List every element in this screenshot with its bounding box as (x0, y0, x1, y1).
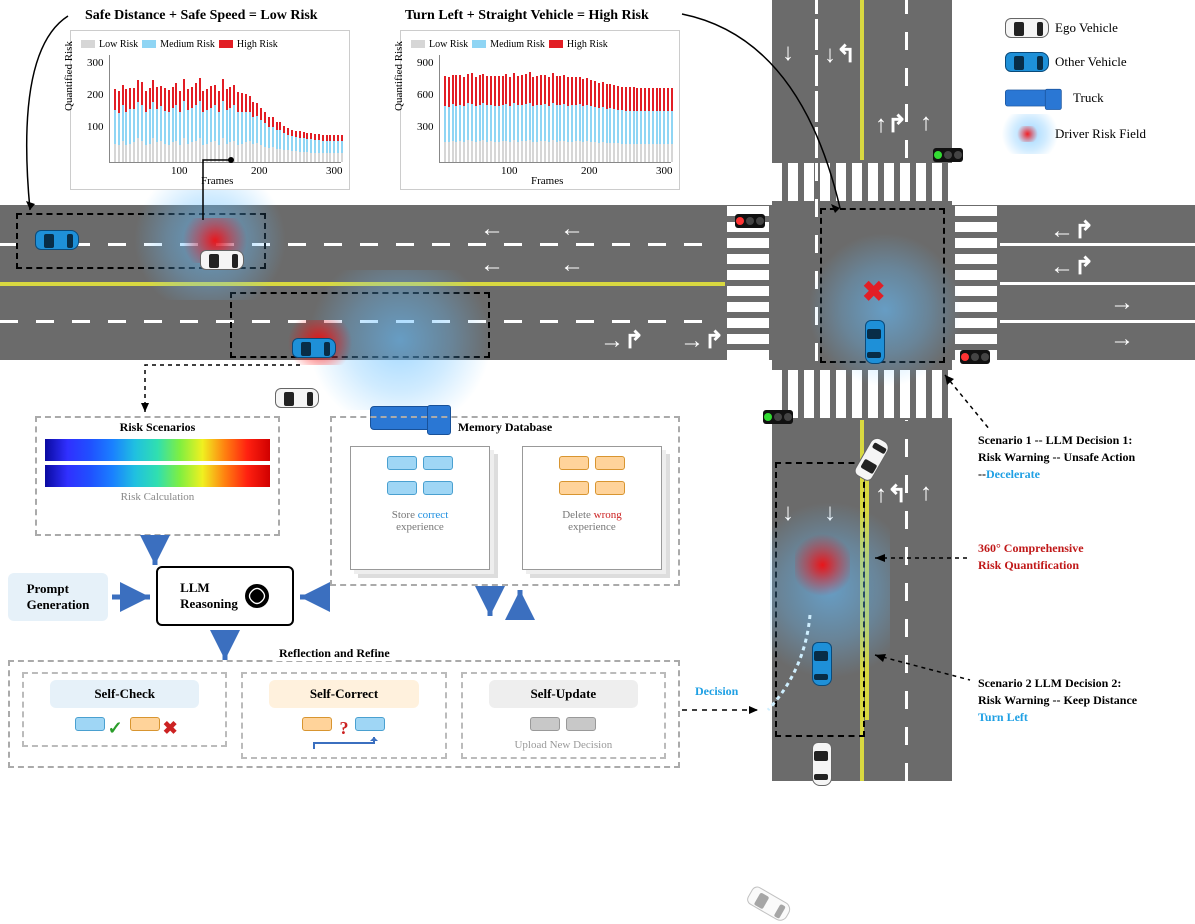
xtick: 200 (251, 165, 268, 177)
chart1-title: Safe Distance + Safe Speed = Low Risk (85, 8, 318, 24)
self-correct: Self-Correct ? (241, 672, 446, 759)
traffic-light-red (960, 350, 990, 364)
store-card: Store correct experience (350, 446, 490, 570)
truck-icon (1005, 90, 1061, 107)
traffic-light-green (933, 148, 963, 162)
pointer-arrow (680, 8, 870, 218)
pointer-arrow (10, 10, 80, 220)
self-update: Self-Update Upload New Decision (461, 672, 666, 759)
legend-label: Other Vehicle (1055, 54, 1127, 70)
legend-label: Driver Risk Field (1055, 126, 1146, 142)
xtick: 300 (326, 165, 343, 177)
prompt-box: Prompt Generation (8, 573, 108, 621)
ego-vehicle (200, 250, 244, 270)
risk-scenarios-title: Risk Scenarios (37, 420, 278, 435)
chart2-ylabel: Quantified Risk (393, 41, 405, 111)
turn-left-arc (760, 610, 840, 720)
other-vehicle (35, 230, 79, 250)
legend-med: Medium Risk (160, 39, 215, 50)
xtick: 100 (501, 165, 518, 177)
road-arrow: ↑ (920, 110, 932, 137)
llm-icon (244, 583, 270, 609)
scenario1-text: Scenario 1 -- LLM Decision 1: Risk Warni… (978, 432, 1188, 482)
legend-low: Low Risk (429, 39, 468, 50)
lane-dash-v4 (905, 420, 908, 781)
legend-label: Truck (1073, 90, 1104, 106)
memory-db-box: Memory Database Store correct experience… (330, 416, 680, 586)
legend-high: High Risk (567, 39, 608, 50)
road-arrow: ←↱ (1050, 252, 1094, 281)
legend-label: Ego Vehicle (1055, 20, 1118, 36)
risk-glow (810, 230, 960, 390)
heatmap-strip (45, 465, 270, 487)
traffic-light-green (763, 410, 793, 424)
lane-solid-r2 (1000, 282, 1195, 285)
pointer-arrow (198, 155, 238, 230)
lane-solid-r3 (1000, 320, 1195, 323)
collision-x-icon: ✖ (862, 275, 885, 309)
zebra-right (955, 205, 997, 360)
pointer-dash (940, 370, 1000, 440)
scenario2-text: Scenario 2 LLM Decision 2: Risk Warning … (978, 675, 1188, 725)
xtick: 300 (656, 165, 673, 177)
chart2-xlabel: Frames (531, 175, 563, 187)
delete-card: Delete wrong experience (522, 446, 662, 570)
road-arrow: ← (560, 216, 584, 243)
llm-box: LLM Reasoning (156, 566, 294, 626)
road-arrow: →↱ (680, 326, 724, 355)
ytick: 100 (87, 121, 104, 133)
ytick: 900 (417, 57, 434, 69)
self-check: Self-Check ✓ ✖ (22, 672, 227, 747)
legend-high: High Risk (237, 39, 278, 50)
annot-360: 360° Comprehensive Risk Quantification (978, 540, 1188, 574)
pointer-dash (870, 548, 980, 568)
road-arrow: ← (560, 252, 584, 279)
refine-title: Reflection and Refine (275, 646, 394, 661)
lane-solid-r1 (1000, 243, 1195, 246)
chart2: Low Risk Medium Risk High Risk Quantifie… (400, 30, 680, 190)
ytick: 200 (87, 89, 104, 101)
chart2-title: Turn Left + Straight Vehicle = High Risk (405, 8, 649, 24)
road-arrow: →↱ (600, 326, 644, 355)
other-vehicle-icon (1005, 52, 1049, 72)
road-arrow: → (1110, 290, 1134, 317)
ytick: 600 (417, 89, 434, 101)
xtick: 200 (581, 165, 598, 177)
risk-scenarios-box: Risk Scenarios Risk Calculation (35, 416, 280, 536)
ego-vehicle-icon (1005, 18, 1049, 38)
road-arrow: ↑↱ (875, 110, 907, 139)
legend-low: Low Risk (99, 39, 138, 50)
risk-calc-label: Risk Calculation (37, 491, 278, 503)
ytick: 300 (417, 121, 434, 133)
legend-med: Medium Risk (490, 39, 545, 50)
pointer-dash (140, 360, 310, 420)
reflection-box: Reflection and Refine Self-Check ✓ ✖ Sel… (8, 660, 680, 768)
pointer-dash (870, 650, 980, 690)
decision-arrow (680, 700, 770, 720)
memory-db-title: Memory Database (332, 420, 678, 435)
decision-vehicle-ghost (745, 884, 793, 923)
zebra-left (727, 205, 769, 360)
other-vehicle (292, 338, 336, 358)
xtick: 100 (171, 165, 188, 177)
decision-label: Decision (695, 684, 738, 699)
road-arrow: ← (480, 216, 504, 243)
other-vehicle (865, 320, 885, 364)
road-arrow: ←↱ (1050, 216, 1094, 245)
ego-vehicle (812, 742, 832, 786)
road-arrow: ↑ (920, 480, 932, 507)
risk-field-icon (1005, 124, 1049, 144)
ytick: 300 (87, 57, 104, 69)
road-arrow: → (1110, 326, 1134, 353)
heatmap-strip (45, 439, 270, 461)
risk-glow (795, 530, 850, 600)
legend: Ego Vehicle Other Vehicle Truck Driver R… (1005, 18, 1190, 144)
